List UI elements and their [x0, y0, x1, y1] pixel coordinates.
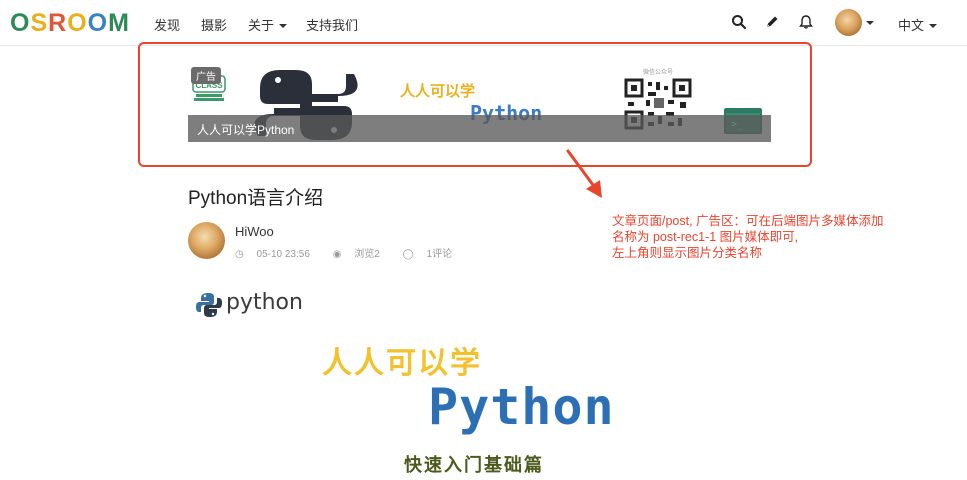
clock-icon: ◷	[235, 249, 247, 260]
ad-caption[interactable]: 人人可以学Python	[188, 115, 771, 142]
nav-about-label: 关于	[248, 18, 275, 33]
chevron-down-icon[interactable]	[866, 21, 874, 25]
post-date: 05-10 23:56	[256, 249, 310, 260]
author-name[interactable]: HiWoo	[235, 224, 274, 239]
headline-python: Python	[428, 378, 615, 436]
site-logo[interactable]: OSROOM	[10, 9, 130, 38]
top-navbar: OSROOM 发现 摄影 关于 支持我们 中文	[0, 0, 967, 46]
logo-letter: O	[67, 9, 88, 37]
user-avatar[interactable]	[835, 9, 862, 36]
banner-cn-text: 人人可以学	[400, 82, 475, 100]
annotation-arrow	[566, 149, 602, 198]
views-meta: ◉ 浏览2	[333, 249, 390, 260]
logo-letter: R	[48, 9, 68, 37]
nav-item-discover[interactable]: 发现	[154, 15, 180, 34]
language-switcher[interactable]: 中文	[898, 15, 938, 34]
headline-subtitle: 快速入门基础篇	[404, 455, 544, 475]
logo-letter: O	[87, 9, 109, 37]
eye-icon: ◉	[332, 249, 345, 260]
chevron-down-icon	[279, 24, 288, 28]
post-views: 浏览2	[354, 249, 380, 260]
logo-letter: M	[108, 9, 130, 37]
logo-letter: S	[30, 9, 49, 37]
post-comments: 1评论	[426, 249, 453, 260]
annotation-line: 左上角则显示图片分类名称	[612, 246, 763, 260]
comment-icon: ◯	[402, 249, 417, 260]
chevron-down-icon	[929, 24, 938, 28]
annotation-line: 名称为 post-rec1-1 图片媒体即可,	[612, 230, 799, 244]
ad-category-tag: 广告	[191, 67, 221, 84]
annotation-text: 文章页面/post, 广告区：可在后端图片多媒体添加 名称为 post-rec1…	[612, 213, 884, 261]
python-small-logo-icon	[196, 293, 222, 317]
nav-item-support[interactable]: 支持我们	[306, 15, 358, 34]
date-meta: ◷ 05-10 23:56	[235, 249, 320, 260]
search-icon[interactable]	[731, 14, 747, 30]
qr-label: 微信公众号	[643, 68, 673, 76]
logo-letter: O	[10, 9, 31, 37]
bell-icon[interactable]	[798, 14, 814, 30]
post-title: Python语言介绍	[188, 188, 324, 209]
headline-cn-text: 人人可以学	[322, 347, 482, 380]
pencil-icon[interactable]	[764, 14, 780, 30]
python-wordmark: python	[226, 290, 303, 315]
language-label: 中文	[898, 18, 925, 33]
author-avatar[interactable]	[188, 222, 225, 259]
post-meta: ◷ 05-10 23:56 ◉ 浏览2 ◯ 1评论	[235, 245, 472, 260]
comments-meta[interactable]: ◯ 1评论	[403, 249, 463, 260]
nav-item-about[interactable]: 关于	[248, 15, 288, 34]
annotation-line: 文章页面/post, 广告区：可在后端图片多媒体添加	[612, 214, 884, 228]
nav-item-photography[interactable]: 摄影	[201, 15, 227, 34]
headline-cn: 人人可以学	[322, 338, 482, 382]
